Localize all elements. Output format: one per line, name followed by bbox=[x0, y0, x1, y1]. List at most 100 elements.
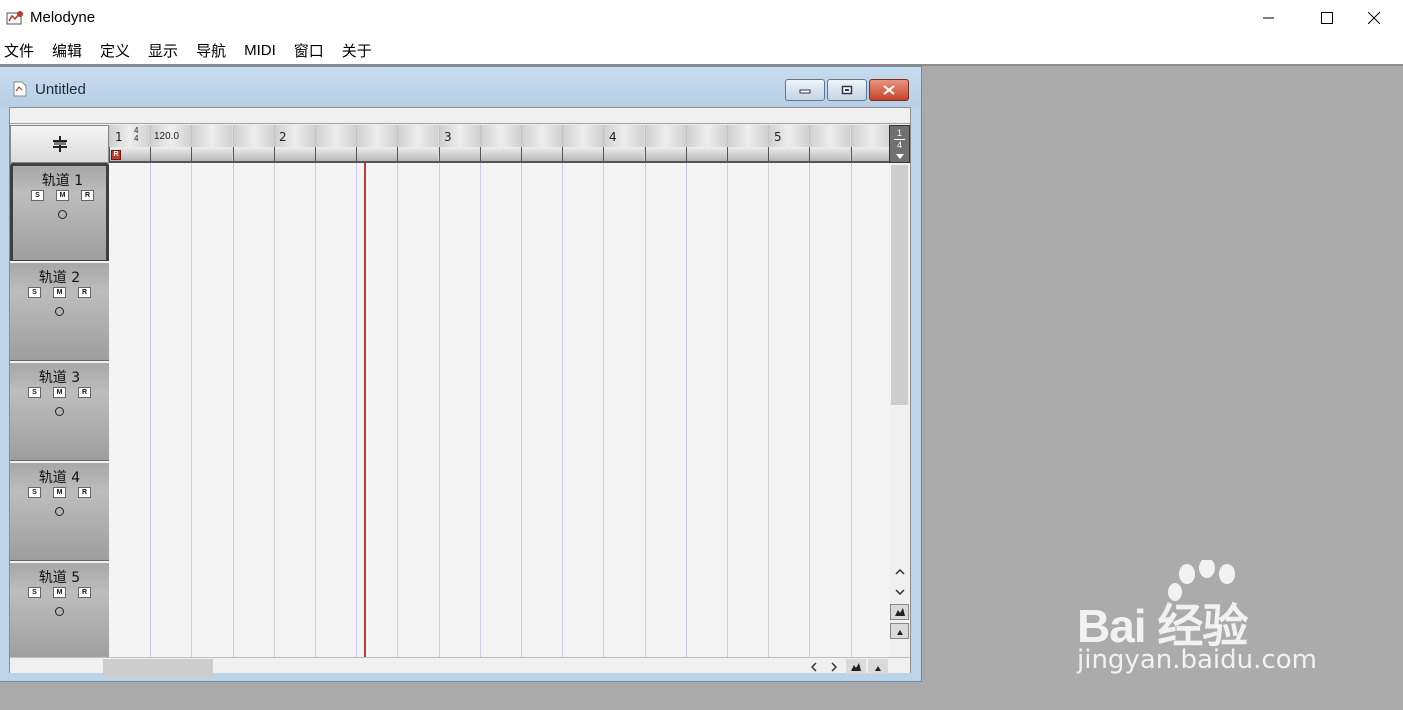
track-header-3[interactable]: 轨道 3 S M R bbox=[10, 361, 109, 461]
watermark-url: jingyan.baidu.com bbox=[1077, 645, 1317, 675]
ruler-segment bbox=[727, 125, 768, 147]
menu-edit[interactable]: 编辑 bbox=[52, 40, 82, 61]
ruler-tick bbox=[603, 147, 644, 161]
solo-button[interactable]: S bbox=[28, 387, 41, 398]
zoom-resolution-box[interactable]: 1 4 bbox=[889, 125, 910, 163]
document-icon bbox=[12, 81, 28, 97]
mute-button[interactable]: M bbox=[53, 387, 66, 398]
input-monitor-icon[interactable] bbox=[55, 507, 64, 516]
ruler-tick bbox=[150, 147, 191, 161]
record-button[interactable]: R bbox=[78, 287, 91, 298]
grid-line bbox=[603, 163, 604, 657]
doc-close-button[interactable] bbox=[869, 79, 909, 101]
document-title-bar[interactable]: Untitled bbox=[0, 67, 921, 107]
menu-define[interactable]: 定义 bbox=[100, 40, 130, 61]
scroll-right-button[interactable] bbox=[827, 659, 841, 675]
tempo-value[interactable]: 120.0 bbox=[154, 131, 179, 142]
document-title: Untitled bbox=[35, 81, 86, 98]
vertical-scroll-thumb[interactable] bbox=[891, 165, 908, 405]
grid-line bbox=[768, 163, 769, 657]
solo-button[interactable]: S bbox=[28, 487, 41, 498]
grid-line bbox=[150, 163, 151, 657]
menu-view[interactable]: 显示 bbox=[148, 40, 178, 61]
mute-button[interactable]: M bbox=[53, 587, 66, 598]
chevron-up-icon bbox=[894, 569, 905, 575]
input-monitor-icon[interactable] bbox=[55, 307, 64, 316]
menu-file[interactable]: 文件 bbox=[4, 40, 34, 61]
track-header-4[interactable]: 轨道 4 S M R bbox=[10, 461, 109, 561]
ruler-segment bbox=[191, 125, 232, 147]
document-window: Untitled 1 44 120.0 2 3 4 5 R 1 4 轨道 1 S… bbox=[0, 66, 922, 682]
zoom-out-icon bbox=[875, 665, 881, 671]
time-signature[interactable]: 44 bbox=[134, 127, 138, 143]
vertical-scrollbar[interactable] bbox=[889, 163, 910, 657]
ruler-segment bbox=[686, 125, 727, 147]
input-monitor-icon[interactable] bbox=[55, 607, 64, 616]
zoom-denominator: 4 bbox=[896, 140, 902, 150]
horizontal-scroll-thumb[interactable] bbox=[103, 659, 213, 677]
mute-button[interactable]: M bbox=[53, 287, 66, 298]
ruler-tick bbox=[521, 147, 562, 161]
ruler-tick bbox=[562, 147, 603, 161]
solo-button[interactable]: S bbox=[28, 287, 41, 298]
ruler-segment bbox=[521, 125, 562, 147]
track-header-1[interactable]: 轨道 1 S M R bbox=[10, 163, 109, 263]
arrange-area: 1 44 120.0 2 3 4 5 R 1 4 轨道 1 S M R 轨道 2… bbox=[9, 107, 911, 677]
mute-button[interactable]: M bbox=[56, 190, 69, 201]
close-button[interactable] bbox=[1345, 0, 1403, 36]
ruler-segment bbox=[233, 125, 274, 147]
horizontal-zoom-in-button[interactable] bbox=[846, 659, 866, 674]
record-flag[interactable]: R bbox=[111, 150, 121, 160]
doc-restore-button[interactable] bbox=[827, 79, 867, 101]
ruler-tick bbox=[727, 147, 768, 161]
ruler-tick bbox=[274, 147, 315, 161]
input-monitor-icon[interactable] bbox=[58, 210, 67, 219]
grid-line bbox=[191, 163, 192, 657]
scroll-up-button[interactable] bbox=[892, 565, 907, 579]
ruler-tick bbox=[645, 147, 686, 161]
chevron-right-icon bbox=[831, 662, 837, 672]
menu-navigate[interactable]: 导航 bbox=[196, 40, 226, 61]
ruler-upper bbox=[109, 125, 889, 147]
grid-line bbox=[727, 163, 728, 657]
timeline-ruler[interactable]: 1 44 120.0 2 3 4 5 R bbox=[109, 125, 889, 163]
ruler-segment bbox=[645, 125, 686, 147]
playhead-cursor[interactable] bbox=[364, 163, 366, 657]
minimize-button[interactable] bbox=[1240, 0, 1298, 36]
ruler-tick bbox=[851, 147, 889, 161]
record-button[interactable]: R bbox=[81, 190, 94, 201]
menu-bar: 文件 编辑 定义 显示 导航 MIDI 窗口 关于 bbox=[0, 36, 1403, 64]
record-button[interactable]: R bbox=[78, 487, 91, 498]
chevron-left-icon bbox=[811, 662, 817, 672]
scroll-left-button[interactable] bbox=[807, 659, 821, 675]
solo-button[interactable]: S bbox=[28, 587, 41, 598]
grid-line bbox=[233, 163, 234, 657]
track-header-2[interactable]: 轨道 2 S M R bbox=[10, 261, 109, 361]
record-button[interactable]: R bbox=[78, 387, 91, 398]
horizontal-zoom-out-button[interactable] bbox=[868, 659, 888, 674]
track-name: 轨道 3 bbox=[38, 370, 81, 386]
track-header-5[interactable]: 轨道 5 S M R bbox=[10, 561, 109, 657]
minimize-icon bbox=[1263, 17, 1274, 19]
doc-minimize-button[interactable] bbox=[785, 79, 825, 101]
grid-line bbox=[521, 163, 522, 657]
mute-button[interactable]: M bbox=[53, 487, 66, 498]
menu-about[interactable]: 关于 bbox=[342, 40, 372, 61]
vertical-zoom-in-button[interactable] bbox=[890, 604, 909, 620]
zoom-out-icon bbox=[896, 630, 903, 635]
solo-button[interactable]: S bbox=[31, 190, 44, 201]
ruler-tick bbox=[233, 147, 274, 161]
ruler-segment bbox=[809, 125, 850, 147]
zoom-in-icon bbox=[894, 608, 905, 616]
scroll-down-button[interactable] bbox=[892, 585, 907, 599]
arrange-grid[interactable] bbox=[109, 163, 889, 657]
chevron-down-icon bbox=[895, 154, 904, 159]
horizontal-scrollbar[interactable] bbox=[10, 657, 910, 677]
vertical-zoom-out-button[interactable] bbox=[890, 623, 909, 639]
record-button[interactable]: R bbox=[78, 587, 91, 598]
grid-line bbox=[315, 163, 316, 657]
input-monitor-icon[interactable] bbox=[55, 407, 64, 416]
menu-midi[interactable]: MIDI bbox=[244, 42, 276, 59]
menu-window[interactable]: 窗口 bbox=[294, 40, 324, 61]
track-header-corner[interactable] bbox=[10, 125, 109, 163]
